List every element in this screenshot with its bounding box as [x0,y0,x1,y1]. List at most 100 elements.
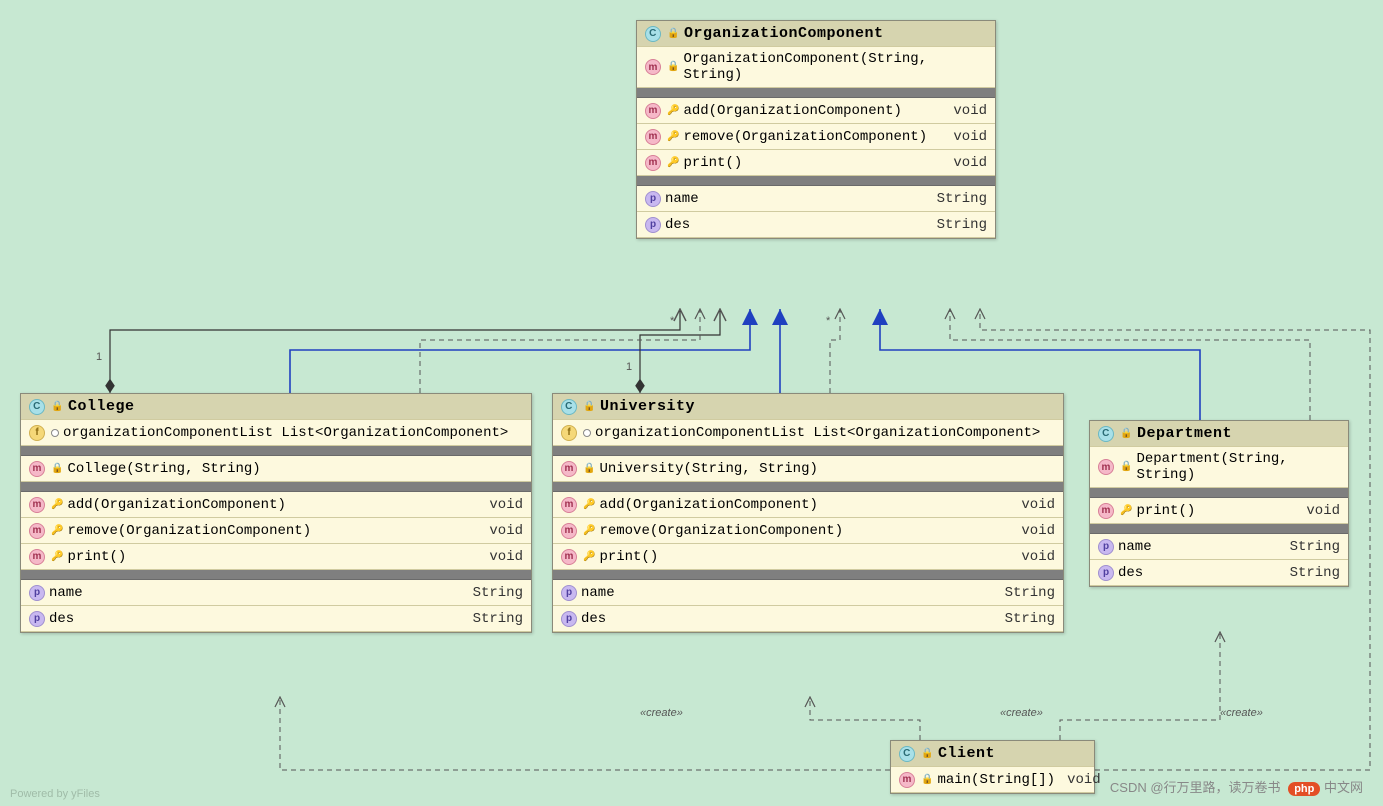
property-icon: p [561,585,577,601]
field-row: f organizationComponentList List<Organiz… [21,420,531,446]
class-icon: C [29,399,45,415]
separator [637,88,995,98]
field-icon: f [561,425,577,441]
method-name: remove(OrganizationComponent) [599,523,1009,539]
class-college: C 🔒 College f organizationComponentList … [20,393,532,633]
property-name: name [665,191,925,207]
create-label-3: «create» [1220,707,1263,719]
key-icon: 🔑 [583,499,595,511]
lock-icon: 🔒 [583,401,596,413]
powered-by-label: Powered by yFiles [10,788,100,800]
constructor-row: m 🔒 College(String, String) [21,456,531,482]
method-type: void [1067,772,1101,788]
key-icon: 🔑 [51,499,63,511]
method-type: void [953,103,987,119]
key-icon: 🔑 [583,525,595,537]
field-row: f organizationComponentList List<Organiz… [553,420,1063,446]
separator [553,446,1063,456]
method-icon: m [561,523,577,539]
lock-icon: 🔒 [1120,428,1133,440]
method-type: void [1021,549,1055,565]
method-type: void [1021,523,1055,539]
method-icon: m [645,59,661,75]
property-type: String [473,585,523,601]
property-type: String [1290,539,1340,555]
property-icon: p [1098,539,1114,555]
property-icon: p [645,191,661,207]
class-header: C 🔒 University [553,394,1063,420]
constructor-row: m 🔒 OrganizationComponent(String, String… [637,47,995,88]
open-dot-icon [51,429,59,437]
ctor-name: OrganizationComponent(String, String) [683,51,987,83]
open-dot-icon [583,429,591,437]
property-row: p des String [553,606,1063,632]
method-row: m 🔒 main(String[]) void [891,767,1094,793]
property-row: p name String [637,186,995,212]
class-department: C 🔒 Department m 🔒 Department(String, St… [1089,420,1349,587]
separator [21,446,531,456]
key-icon: 🔑 [1120,505,1132,517]
method-type: void [489,549,523,565]
property-type: String [937,217,987,233]
method-name: add(OrganizationComponent) [683,103,941,119]
property-name: des [665,217,925,233]
method-name: print() [683,155,941,171]
property-name: name [49,585,461,601]
property-row: p des String [637,212,995,238]
csdn-text: CSDN @行万里路，读万卷书 [1110,780,1281,795]
lock-icon: 🔒 [921,748,934,760]
method-name: print() [599,549,1009,565]
ctor-name: University(String, String) [599,461,1055,477]
class-organization-component: C 🔒 OrganizationComponent m 🔒 Organizati… [636,20,996,239]
method-icon: m [645,129,661,145]
property-type: String [1290,565,1340,581]
method-type: void [953,155,987,171]
class-name: Department [1137,425,1232,442]
method-row: m🔑 print() void [553,544,1063,570]
method-row: m 🔑 remove(OrganizationComponent) void [553,518,1063,544]
method-icon: m [29,497,45,513]
method-icon: m [645,155,661,171]
watermark-label: CSDN @行万里路，读万卷书 php 中文网 [1110,777,1363,796]
lock-icon: 🔒 [667,28,680,40]
method-name: print() [67,549,477,565]
method-icon: m [645,103,661,119]
property-row: p des String [21,606,531,632]
method-row: m 🔑 print() void [637,150,995,176]
multiplicity-star: * [670,315,675,327]
lock-icon: 🔒 [921,774,933,786]
constructor-row: m 🔒 Department(String, String) [1090,447,1348,488]
lock-icon: 🔒 [583,463,595,475]
key-icon: 🔑 [583,551,595,563]
separator [1090,488,1348,498]
class-client: C 🔒 Client m 🔒 main(String[]) void [890,740,1095,794]
property-row: p des String [1090,560,1348,586]
field-name: organizationComponentList List<Organizat… [595,425,1055,441]
field-icon: f [29,425,45,441]
method-name: main(String[]) [937,772,1055,788]
class-name: University [600,398,695,415]
property-name: name [581,585,993,601]
property-type: String [1005,611,1055,627]
ctor-name: Department(String, String) [1136,451,1340,483]
create-label-1: «create» [640,707,683,719]
multiplicity-one: 1 [96,351,102,363]
method-name: add(OrganizationComponent) [599,497,1009,513]
method-name: add(OrganizationComponent) [67,497,477,513]
key-icon: 🔑 [51,551,63,563]
key-icon: 🔑 [667,105,679,117]
class-icon: C [561,399,577,415]
lock-icon: 🔒 [51,463,63,475]
method-row: m🔑 remove(OrganizationComponent) void [21,518,531,544]
separator [553,482,1063,492]
method-name: print() [1136,503,1294,519]
class-university: C 🔒 University f organizationComponentLi… [552,393,1064,633]
ctor-name: College(String, String) [67,461,523,477]
method-icon: m [29,461,45,477]
separator [553,570,1063,580]
separator [1090,524,1348,534]
property-icon: p [29,611,45,627]
method-icon: m [899,772,915,788]
property-icon: p [645,217,661,233]
property-type: String [473,611,523,627]
